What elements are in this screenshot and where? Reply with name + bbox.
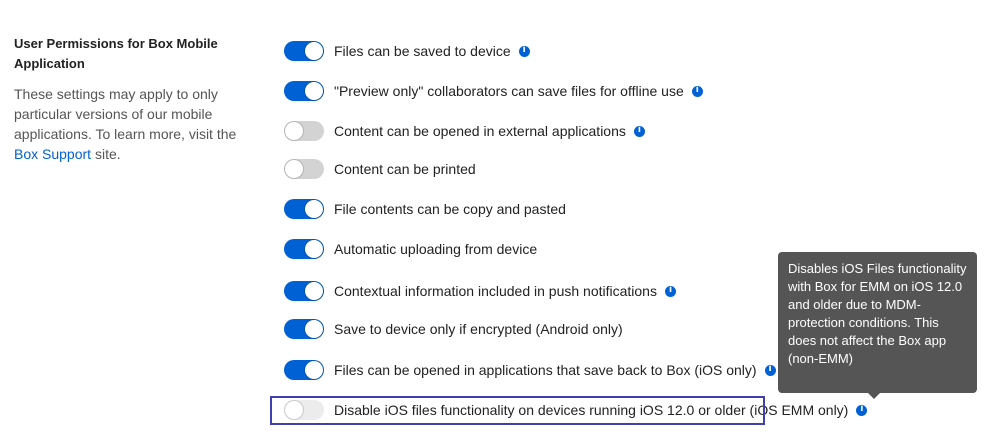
toggle-knob <box>305 240 323 258</box>
box-support-link[interactable]: Box Support <box>14 146 91 162</box>
setting-label: Automatic uploading from device <box>334 241 538 257</box>
setting-label: Content can be opened in external applic… <box>334 123 626 139</box>
setting-row: Save to device only if encrypted (Androi… <box>284 318 623 340</box>
section-sidebar: User Permissions for Box Mobile Applicat… <box>14 34 259 164</box>
info-icon[interactable] <box>633 125 645 137</box>
description-suffix: site. <box>91 146 121 162</box>
toggle-knob <box>305 320 323 338</box>
toggle-switch[interactable] <box>284 239 324 259</box>
description-prefix: These settings may apply to only particu… <box>14 86 237 142</box>
toggle-knob <box>305 200 323 218</box>
setting-row: Files can be opened in applications that… <box>284 359 776 381</box>
info-icon[interactable] <box>764 364 776 376</box>
setting-label: Files can be opened in applications that… <box>334 362 757 378</box>
info-icon[interactable] <box>691 85 703 97</box>
toggle-switch[interactable] <box>284 159 324 179</box>
toggle-switch[interactable] <box>284 360 324 380</box>
focus-highlight <box>270 396 765 425</box>
section-description: These settings may apply to only particu… <box>14 84 259 164</box>
toggle-switch[interactable] <box>284 199 324 219</box>
section-title: User Permissions for Box Mobile Applicat… <box>14 36 218 71</box>
toggle-switch[interactable] <box>284 281 324 301</box>
toggle-knob <box>285 160 303 178</box>
info-icon[interactable] <box>664 285 676 297</box>
setting-row: Automatic uploading from device <box>284 238 537 260</box>
setting-label: Contextual information included in push … <box>334 283 657 299</box>
info-tooltip: Disables iOS Files functionality with Bo… <box>778 252 977 393</box>
toggle-switch[interactable] <box>284 319 324 339</box>
toggle-switch[interactable] <box>284 121 324 141</box>
info-icon[interactable] <box>856 404 868 416</box>
tooltip-arrow <box>868 393 880 399</box>
setting-row: Files can be saved to device <box>284 40 530 62</box>
toggle-knob <box>305 282 323 300</box>
info-icon[interactable] <box>518 45 530 57</box>
toggle-knob <box>285 122 303 140</box>
setting-row: Content can be opened in external applic… <box>284 120 645 142</box>
setting-label: "Preview only" collaborators can save fi… <box>334 83 684 99</box>
setting-label: Files can be saved to device <box>334 43 511 59</box>
toggle-knob <box>305 361 323 379</box>
setting-row: "Preview only" collaborators can save fi… <box>284 80 703 102</box>
setting-label: File contents can be copy and pasted <box>334 201 566 217</box>
toggle-knob <box>305 42 323 60</box>
setting-label: Save to device only if encrypted (Androi… <box>334 321 623 337</box>
toggle-switch[interactable] <box>284 81 324 101</box>
toggle-knob <box>305 82 323 100</box>
setting-label: Content can be printed <box>334 161 476 177</box>
setting-row: Contextual information included in push … <box>284 280 676 302</box>
setting-row: Content can be printed <box>284 158 476 180</box>
setting-row: File contents can be copy and pasted <box>284 198 566 220</box>
toggle-switch[interactable] <box>284 41 324 61</box>
